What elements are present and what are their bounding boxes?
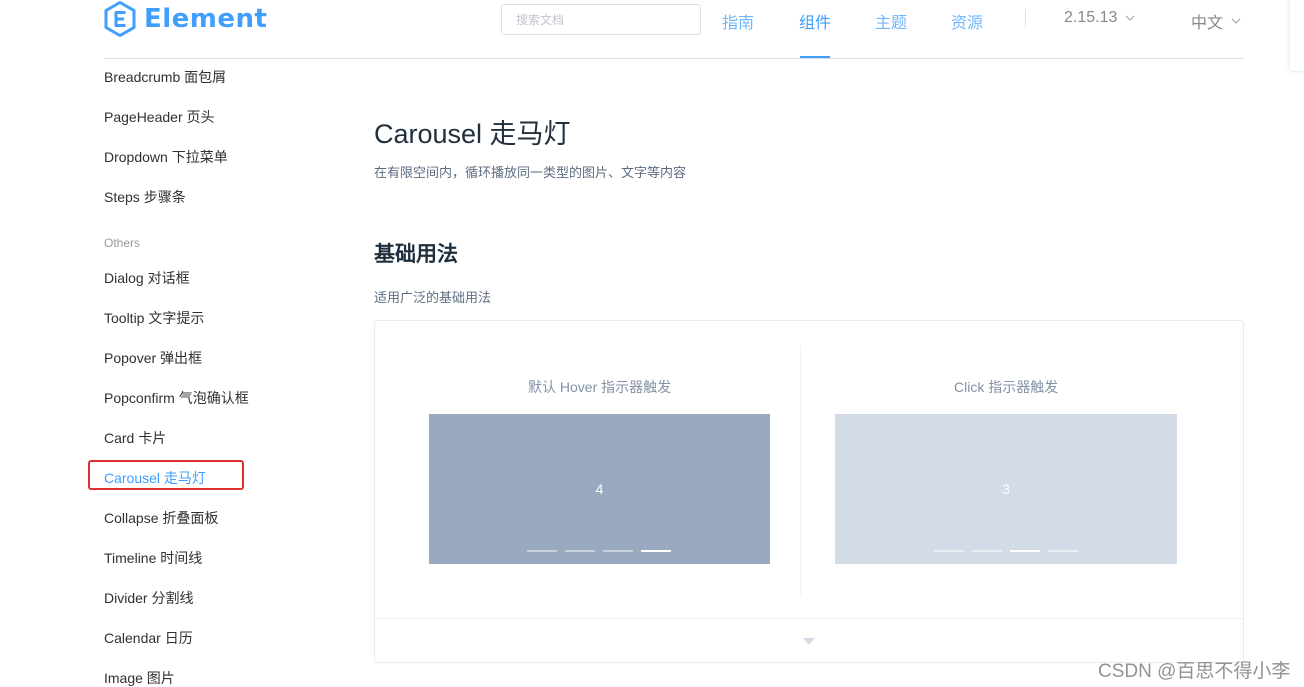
sidebar-item-image[interactable]: Image 图片 <box>104 668 175 687</box>
element-logo-icon <box>104 1 136 37</box>
carousel-indicator[interactable] <box>565 550 595 552</box>
sidebar-item-breadcrumb[interactable]: Breadcrumb 面包屑 <box>104 67 226 87</box>
floating-edge-card <box>1289 0 1304 72</box>
sidebar-item-steps[interactable]: Steps 步骤条 <box>104 187 186 207</box>
demo-label-click: Click 指示器触发 <box>954 379 1059 395</box>
demo-footer-divider <box>375 618 1243 619</box>
nav-theme[interactable]: 主题 <box>875 9 907 33</box>
language-dropdown[interactable]: 中文 <box>1191 9 1241 33</box>
page-title: Carousel 走马灯 <box>374 119 571 149</box>
carousel-indicator-active[interactable] <box>1010 550 1040 552</box>
carousel-indicators-hover <box>527 550 671 552</box>
sidebar-item-collapse[interactable]: Collapse 折叠面板 <box>104 508 218 528</box>
chevron-down-icon <box>1125 15 1135 21</box>
nav-separator <box>1025 9 1026 27</box>
sidebar-item-tooltip[interactable]: Tooltip 文字提示 <box>104 308 204 328</box>
red-highlight-annotation <box>88 460 244 490</box>
element-logo[interactable]: Element <box>104 1 267 37</box>
sidebar-item-popconfirm[interactable]: Popconfirm 气泡确认框 <box>104 388 249 408</box>
carousel-slide-number: 3 <box>1002 481 1010 497</box>
language-label: 中文 <box>1191 15 1224 32</box>
sidebar-item-card[interactable]: Card 卡片 <box>104 428 166 448</box>
page-description: 在有限空间内，循环播放同一类型的图片、文字等内容 <box>374 165 687 180</box>
carousel-indicator[interactable] <box>1048 550 1078 552</box>
nav-components[interactable]: 组件 <box>799 9 831 33</box>
demo-column-divider <box>800 345 801 595</box>
sidebar-item-pageheader[interactable]: PageHeader 页头 <box>104 107 215 127</box>
top-header: Element 指南 组件 主题 资源 2.15.13 中文 <box>0 0 1304 72</box>
sidebar-group-others: Others <box>104 236 141 250</box>
carousel-indicators-click <box>934 550 1078 552</box>
sidebar-item-dialog[interactable]: Dialog 对话框 <box>104 268 190 288</box>
version-dropdown[interactable]: 2.15.13 <box>1064 9 1135 27</box>
carousel-indicator-active[interactable] <box>641 550 671 552</box>
section-title: 基础用法 <box>374 243 458 266</box>
sidebar-item-popover[interactable]: Popover 弹出框 <box>104 348 202 368</box>
carousel-indicator[interactable] <box>934 550 964 552</box>
nav-guide[interactable]: 指南 <box>722 9 754 33</box>
nav-resources[interactable]: 资源 <box>951 9 983 33</box>
sidebar-item-calendar[interactable]: Calendar 日历 <box>104 628 193 648</box>
carousel-click[interactable]: 3 <box>835 414 1177 564</box>
carousel-slide-number: 4 <box>595 481 604 497</box>
logo-text: Element <box>144 4 268 34</box>
section-description: 适用广泛的基础用法 <box>374 290 492 305</box>
chevron-down-icon <box>1231 18 1241 24</box>
expand-code-caret-icon[interactable] <box>803 638 815 645</box>
demo-label-hover: 默认 Hover 指示器触发 <box>528 379 672 395</box>
carousel-hover[interactable]: 4 <box>429 414 770 564</box>
search-input[interactable] <box>501 4 701 35</box>
csdn-watermark: CSDN @百思不得小李 <box>1098 661 1291 682</box>
carousel-indicator[interactable] <box>527 550 557 552</box>
sidebar-item-timeline[interactable]: Timeline 时间线 <box>104 548 202 568</box>
sidebar-item-divider[interactable]: Divider 分割线 <box>104 588 193 608</box>
carousel-indicator[interactable] <box>972 550 1002 552</box>
sidebar-item-dropdown[interactable]: Dropdown 下拉菜单 <box>104 147 228 167</box>
carousel-indicator[interactable] <box>603 550 633 552</box>
version-label: 2.15.13 <box>1064 9 1118 26</box>
